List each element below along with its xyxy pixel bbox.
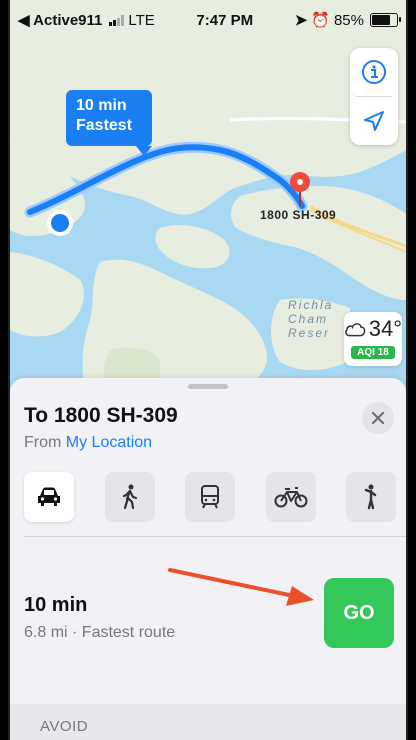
destination-map-label: 1800 SH-309 [260,208,337,222]
bike-icon [274,487,307,508]
go-button[interactable]: GO [324,578,394,648]
route-callout-label: Fastest [76,117,133,134]
mode-drive-button[interactable] [24,472,74,522]
origin-line: From My Location [24,434,152,452]
walk-icon [122,484,137,510]
temperature: 34° [368,316,402,341]
avoid-label: AVOID [40,718,89,735]
info-button[interactable] [350,48,398,96]
map-controls [350,48,398,145]
info-icon [362,60,386,84]
aqi-badge: AQI 18 [351,346,395,359]
annotation-arrow [168,568,314,606]
from-prefix: From [24,434,62,451]
directions-sheet: To 1800 SH-309 From My Location 10 min 6… [10,378,406,740]
alarm-icon: ⏰ [311,12,330,29]
clock: 7:47 PM [196,11,254,29]
network-label: LTE [128,11,155,29]
close-button[interactable] [362,402,394,434]
transit-icon [201,485,219,509]
status-bar: ◀ Active911 LTE 7:47 PM ➤ ⏰ 85% [10,0,406,40]
route-callout-time: 10 min [76,97,127,114]
battery-icon [370,13,401,27]
close-icon [371,411,385,425]
avoid-section: AVOID [10,704,406,740]
car-icon [38,487,60,506]
mode-walk-button[interactable] [104,472,155,522]
location-arrow-icon [364,111,384,131]
mode-cycle-button[interactable] [265,472,316,522]
route-details: 6.8 mi · Fastest route [24,624,176,641]
reservoir-label: Richla Cham Reser [288,298,334,340]
battery-percent: 85% [333,11,364,29]
cloud-icon [345,323,366,337]
weather-widget[interactable]: 34° AQI 18 [344,312,402,366]
sheet-grabber[interactable] [188,384,228,389]
origin-link[interactable]: My Location [66,434,152,451]
divider [24,536,406,537]
track-location-button[interactable] [350,97,398,145]
route-duration: 10 min [24,594,88,616]
route-callout[interactable]: 10 min Fastest [66,90,152,156]
mode-rideshare-button[interactable] [346,472,396,522]
destination-title: To 1800 SH-309 [24,404,178,427]
rideshare-icon [364,484,377,510]
signal-icon [109,14,125,26]
transport-mode-selector [24,472,396,522]
phone-screen: ◀ Active911 LTE 7:47 PM ➤ ⏰ 85% 10 min F… [8,0,408,740]
location-arrow-icon: ➤ [294,12,308,29]
back-to-app-label[interactable]: ◀ Active911 [18,11,102,29]
mode-transit-button[interactable] [185,472,235,522]
current-location-dot[interactable] [47,210,73,236]
